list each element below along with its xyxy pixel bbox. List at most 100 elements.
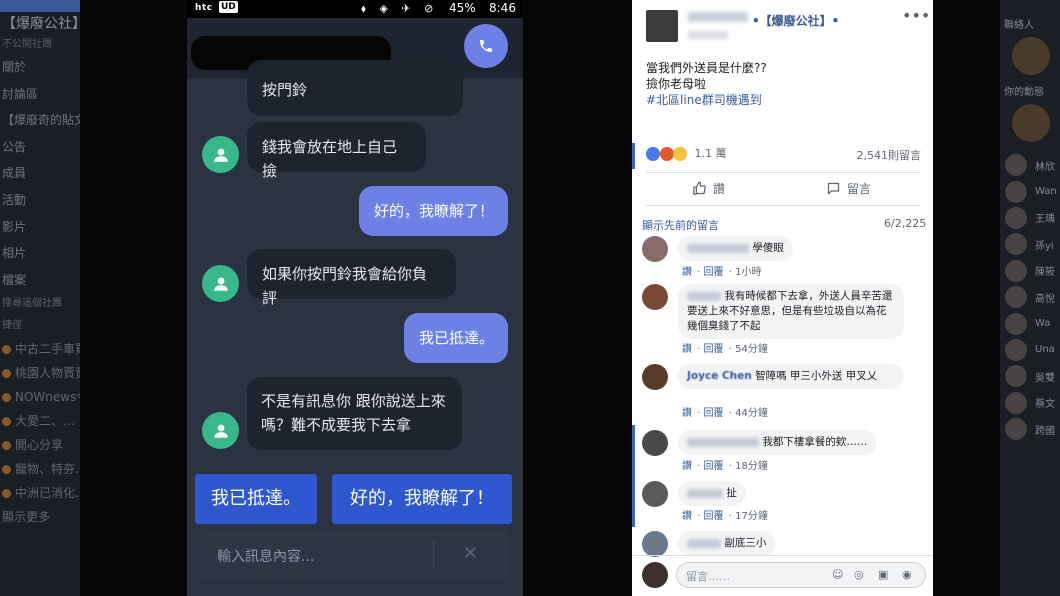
avatar[interactable] — [642, 430, 668, 456]
hashtag-link[interactable]: #北區line群司機遇到 — [646, 92, 767, 108]
brand-logo: htc — [195, 3, 213, 13]
like-button[interactable]: 讚 — [692, 180, 725, 197]
reaction-summary[interactable]: 1.1 萬 2,541則留言 — [646, 145, 921, 163]
emoji-icon[interactable]: ☺ — [832, 568, 843, 581]
quick-reply-arrived[interactable]: 我已抵達。 — [195, 474, 317, 524]
contact-item[interactable]: 跨國 — [1000, 416, 1060, 442]
story-avatar[interactable] — [1012, 37, 1050, 75]
avatar[interactable] — [642, 481, 668, 507]
comment-like-link[interactable]: 讚 — [682, 344, 692, 355]
comment-button[interactable]: 留言 — [826, 180, 871, 197]
avatar — [1005, 365, 1027, 388]
poster-name-blurred — [688, 12, 748, 22]
shortcut-item[interactable]: 中洲已消化… — [0, 481, 80, 505]
contact-item[interactable]: Wan — [1000, 178, 1060, 204]
comment-text: 副底三小 — [724, 537, 767, 549]
commenter-name-blurred[interactable] — [687, 488, 723, 498]
call-button[interactable] — [464, 24, 508, 68]
clear-icon[interactable]: ✕ — [463, 543, 478, 564]
post-text: 當我們外送員是什麼?? 撿你老母啦 #北區line群司機遇到 — [646, 60, 767, 108]
commenter-name-blurred[interactable] — [687, 538, 721, 548]
contact-item[interactable]: 王瑀 — [1000, 205, 1060, 231]
shortcut-item[interactable]: 桃園人物賣賣 — [0, 361, 80, 385]
shortcut-icon — [2, 417, 11, 427]
contact-item[interactable]: 蔡文 — [1000, 390, 1060, 416]
status-icons: ⬧ ◈ ✈ ⊘ — [361, 2, 439, 15]
sidebar-item-events[interactable]: 活動 — [0, 187, 80, 214]
comment-reply-link[interactable]: 回覆 — [704, 511, 724, 522]
sidebar-item-discussion[interactable]: 討論區 — [0, 81, 80, 108]
more-options-icon[interactable]: ••• — [902, 6, 930, 25]
angry-reaction-icon — [659, 147, 674, 161]
poster-avatar[interactable] — [646, 10, 678, 42]
camera-icon[interactable]: ◎ — [854, 568, 864, 581]
commenter-name-blurred[interactable] — [687, 291, 721, 301]
shortcut-item[interactable]: 寵物、特夯… — [0, 457, 80, 481]
contact-item[interactable]: 吳雙 — [1000, 363, 1060, 389]
incoming-message: 按門鈴 — [247, 60, 463, 116]
comment-reply-link[interactable]: 回覆 — [704, 408, 724, 419]
sidebar-item-about[interactable]: 關於 — [0, 54, 80, 81]
contact-item[interactable]: Wa — [1000, 310, 1060, 336]
search-group-link[interactable]: 搜尋這個社團 — [0, 293, 80, 315]
reaction-count: 1.1 萬 — [694, 147, 727, 160]
outgoing-message: 我已抵達。 — [404, 313, 508, 363]
sidebar-item-photos[interactable]: 相片 — [0, 240, 80, 267]
shortcut-icon — [2, 489, 11, 499]
fb-top-bar — [0, 0, 80, 12]
quick-reply-understood[interactable]: 好的，我瞭解了！ — [332, 474, 512, 524]
courier-avatar — [202, 412, 239, 449]
gif-icon[interactable]: ▣ — [878, 568, 888, 581]
post-meta-blurred — [688, 31, 728, 39]
comment-count[interactable]: 2,541則留言 — [857, 147, 922, 163]
comment-text: 我都下樓拿餐的欸…… — [762, 436, 868, 448]
avatar[interactable] — [642, 236, 668, 262]
sidebar-item-videos[interactable]: 影片 — [0, 214, 80, 241]
contact-item[interactable]: 陳筱 — [1000, 258, 1060, 284]
contact-item[interactable]: Una — [1000, 337, 1060, 363]
commenter-name-blurred[interactable] — [687, 243, 749, 253]
battery-level: 45% — [449, 1, 476, 15]
comment-actions: 讚 · 回覆 · 54分鐘 — [682, 344, 768, 355]
comment-like-link[interactable]: 讚 — [682, 267, 692, 278]
sticker-icon[interactable]: ◉ — [902, 568, 912, 581]
comment-reply-link[interactable]: 回覆 — [704, 267, 724, 278]
comment-reply-link[interactable]: 回覆 — [704, 461, 724, 472]
status-bar: htc UD ⬧ ◈ ✈ ⊘ 45% 8:46 — [187, 0, 523, 18]
shortcut-item[interactable]: 大愛二、… — [0, 409, 80, 433]
comment-text: 學傻眼 — [752, 242, 784, 254]
commenter-name[interactable]: Joyce Chen — [687, 370, 752, 382]
shortcut-item[interactable]: 中古二手車買賣 — [0, 337, 80, 361]
avatar[interactable] — [642, 284, 668, 310]
contact-item[interactable]: 孫yi — [1000, 231, 1060, 257]
shortcut-item[interactable]: 開心分享 — [0, 433, 80, 457]
view-previous-comments[interactable]: 顯示先前的留言 — [642, 217, 719, 233]
sidebar-item-members[interactable]: 成員 — [0, 160, 80, 187]
avatar[interactable] — [642, 364, 668, 390]
comment-like-link[interactable]: 讚 — [682, 408, 692, 419]
contact-item[interactable]: 高悅 — [1000, 284, 1060, 310]
divider — [433, 540, 434, 570]
story-avatar[interactable] — [1012, 104, 1050, 142]
comment-label: 留言 — [847, 182, 872, 196]
clock: 8:46 — [489, 1, 516, 15]
comment-actions: 讚 · 回覆 · 17分鐘 — [682, 511, 768, 522]
show-more-link[interactable]: 顯示更多 — [0, 505, 80, 529]
group-title: 【爆廢公社】 — [2, 16, 80, 32]
comment-like-link[interactable]: 讚 — [682, 461, 692, 472]
shortcut-item[interactable]: NOWnews今日新聞 — [0, 385, 80, 409]
message-input[interactable]: 輸入訊息內容... ✕ — [201, 530, 509, 580]
group-name-link[interactable]: •【爆廢公社】• — [752, 12, 839, 29]
avatar[interactable] — [642, 531, 668, 557]
comment-reply-link[interactable]: 回覆 — [704, 344, 724, 355]
commenter-name-blurred[interactable] — [687, 437, 759, 447]
like-reaction-icon — [646, 147, 660, 161]
comment-text: 扯 — [726, 487, 737, 499]
post-line: 當我們外送員是什麼?? — [646, 61, 767, 75]
shortcut-icon — [2, 393, 11, 403]
comment-like-link[interactable]: 讚 — [682, 511, 692, 522]
sidebar-item-files[interactable]: 檔案 — [0, 267, 80, 294]
sidebar-item-announcements[interactable]: 公告 — [0, 134, 80, 161]
sidebar-item-featured[interactable]: 【爆廢奇的貼文】 — [0, 107, 80, 134]
contact-item[interactable]: 林欣 — [1000, 152, 1060, 178]
